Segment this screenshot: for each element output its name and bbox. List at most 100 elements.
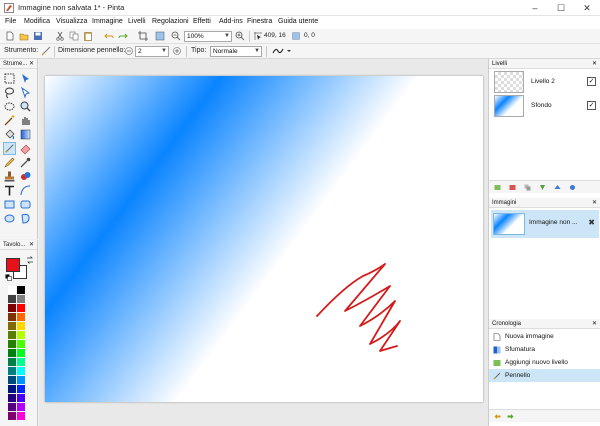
- menu-guida-utente[interactable]: Guida utente: [278, 18, 318, 25]
- move-selection-icon[interactable]: [19, 86, 32, 99]
- layer-properties-icon[interactable]: [569, 184, 576, 191]
- menu-regolazioni[interactable]: Regolazioni: [152, 18, 189, 25]
- open-file-icon[interactable]: [19, 31, 29, 41]
- palette-swatch[interactable]: [17, 358, 25, 366]
- history-item-sfumatura[interactable]: Sfumatura: [489, 343, 600, 356]
- swap-colors-icon[interactable]: [26, 256, 34, 264]
- redo-icon[interactable]: [118, 31, 128, 41]
- menu-finestra[interactable]: Finestra: [247, 18, 272, 25]
- open-image-item[interactable]: Immagine non ... ✖: [491, 210, 599, 238]
- layer-row-livello-2[interactable]: Livello 2 ✓: [489, 70, 600, 94]
- reset-colors-icon[interactable]: [5, 274, 12, 281]
- increase-size-icon[interactable]: [172, 46, 182, 56]
- paste-icon[interactable]: [83, 31, 93, 41]
- palette-swatch[interactable]: [17, 403, 25, 411]
- layer-row-sfondo[interactable]: Sfondo ✓: [489, 94, 600, 118]
- redo-icon[interactable]: [507, 413, 514, 420]
- palette-swatch[interactable]: [8, 340, 16, 348]
- history-item-nuova-immagine[interactable]: Nuova immagine: [489, 330, 600, 343]
- zoom-out-icon[interactable]: [171, 31, 181, 41]
- palette-swatch[interactable]: [17, 331, 25, 339]
- palette-swatch[interactable]: [8, 322, 16, 330]
- palette-swatch[interactable]: [8, 331, 16, 339]
- minimize-button[interactable]: –: [522, 0, 548, 16]
- paintbrush-tool-icon[interactable]: [3, 142, 16, 155]
- ellipse-tool-icon[interactable]: [3, 212, 16, 225]
- gradient-tool-icon[interactable]: [19, 128, 32, 141]
- menu-modifica[interactable]: Modifica: [24, 18, 50, 25]
- palette-swatch[interactable]: [17, 304, 25, 312]
- move-selected-icon[interactable]: [19, 72, 32, 85]
- delete-layer-icon[interactable]: [509, 184, 516, 191]
- lasso-select-icon[interactable]: [3, 86, 16, 99]
- close-panel-icon[interactable]: ✕: [592, 199, 597, 206]
- eraser-icon[interactable]: [19, 142, 32, 155]
- palette-swatch[interactable]: [8, 286, 16, 294]
- crop-icon[interactable]: [138, 31, 148, 41]
- palette-swatch[interactable]: [8, 412, 16, 420]
- resize-image-icon[interactable]: [155, 31, 165, 41]
- primary-color[interactable]: [6, 258, 20, 272]
- image-canvas[interactable]: [45, 76, 483, 402]
- close-window-button[interactable]: ✕: [574, 0, 600, 16]
- zoom-tool-icon[interactable]: [19, 100, 32, 113]
- palette-swatch[interactable]: [17, 340, 25, 348]
- palette-swatch[interactable]: [8, 376, 16, 384]
- history-item-pennello[interactable]: Pennello: [489, 369, 600, 382]
- save-icon[interactable]: [33, 31, 43, 41]
- palette-swatch[interactable]: [17, 376, 25, 384]
- antialiasing-icon[interactable]: [272, 46, 292, 56]
- undo-icon[interactable]: [494, 413, 501, 420]
- rectangle-tool-icon[interactable]: [3, 198, 16, 211]
- close-image-icon[interactable]: ✖: [588, 218, 595, 227]
- palette-swatch[interactable]: [8, 313, 16, 321]
- close-panel-icon[interactable]: ✕: [29, 241, 34, 248]
- palette-swatch[interactable]: [8, 385, 16, 393]
- layer-visibility-checkbox[interactable]: ✓: [587, 77, 596, 86]
- palette-swatch[interactable]: [17, 313, 25, 321]
- decrease-size-icon[interactable]: [124, 46, 134, 56]
- new-file-icon[interactable]: [5, 31, 15, 41]
- move-layer-up-icon[interactable]: [554, 184, 561, 191]
- menu-livelli[interactable]: Livelli: [128, 18, 146, 25]
- copy-icon[interactable]: [69, 31, 79, 41]
- rounded-rectangle-icon[interactable]: [19, 198, 32, 211]
- color-picker-icon[interactable]: [19, 156, 32, 169]
- palette-swatch[interactable]: [17, 295, 25, 303]
- freeform-shape-icon[interactable]: [19, 212, 32, 225]
- clone-stamp-icon[interactable]: [3, 170, 16, 183]
- menu-immagine[interactable]: Immagine: [92, 18, 123, 25]
- menu-visualizza[interactable]: Visualizza: [56, 18, 87, 25]
- layer-visibility-checkbox[interactable]: ✓: [587, 101, 596, 110]
- magic-wand-icon[interactable]: [3, 114, 16, 127]
- duplicate-layer-icon[interactable]: [524, 184, 531, 191]
- history-item-aggiungi-nuovo-livello[interactable]: Aggiungi nuovo livello: [489, 356, 600, 369]
- palette-swatch[interactable]: [8, 394, 16, 402]
- close-panel-icon[interactable]: ✕: [592, 320, 597, 327]
- pan-tool-icon[interactable]: [19, 114, 32, 127]
- palette-swatch[interactable]: [8, 349, 16, 357]
- palette-swatch[interactable]: [8, 358, 16, 366]
- menu-file[interactable]: File: [5, 18, 16, 25]
- palette-swatch[interactable]: [8, 367, 16, 375]
- text-tool-icon[interactable]: [3, 184, 16, 197]
- menu-effetti[interactable]: Effetti: [193, 18, 211, 25]
- recolor-icon[interactable]: [19, 170, 32, 183]
- palette-swatch[interactable]: [17, 394, 25, 402]
- palette-swatch[interactable]: [17, 385, 25, 393]
- close-panel-icon[interactable]: ✕: [29, 60, 34, 67]
- merge-layer-icon[interactable]: [539, 184, 546, 191]
- add-layer-icon[interactable]: [494, 184, 501, 191]
- brush-size-select[interactable]: 2 ▼: [135, 46, 169, 57]
- line-curve-icon[interactable]: [19, 184, 32, 197]
- pencil-icon[interactable]: [3, 156, 16, 169]
- paint-bucket-icon[interactable]: [3, 128, 16, 141]
- palette-swatch[interactable]: [17, 367, 25, 375]
- palette-swatch[interactable]: [8, 304, 16, 312]
- palette-swatch[interactable]: [8, 295, 16, 303]
- ellipse-select-icon[interactable]: [3, 100, 16, 113]
- zoom-in-icon[interactable]: [235, 31, 245, 41]
- menu-add-ins[interactable]: Add-ins: [219, 18, 243, 25]
- palette-swatch[interactable]: [17, 412, 25, 420]
- brush-type-select[interactable]: Normale ▼: [210, 46, 262, 57]
